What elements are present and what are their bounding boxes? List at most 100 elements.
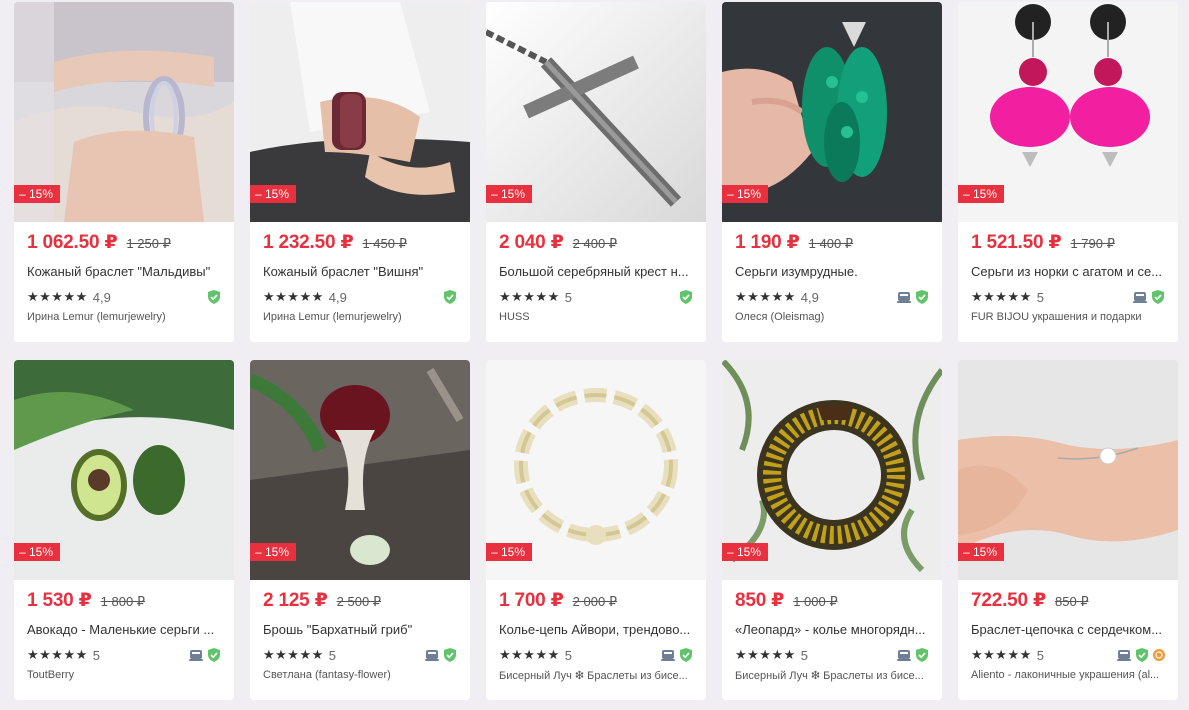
verified-icon — [1134, 647, 1150, 668]
current-price: 722.50 ₽ — [971, 590, 1047, 611]
seller-link[interactable]: ToutBerry — [27, 669, 225, 681]
verified-icon — [678, 289, 694, 310]
product-photo[interactable]: – 15% — [486, 360, 706, 580]
rating-value: 5 — [1036, 647, 1045, 663]
discount-badge: – 15% — [958, 543, 1005, 561]
rating-value: 5 — [1036, 289, 1045, 305]
old-price: 1 250 ₽ — [126, 236, 171, 251]
verified-icon — [914, 647, 930, 668]
feature-icons — [442, 289, 458, 310]
medal-icon — [1152, 648, 1166, 667]
discount-badge: – 15% — [14, 185, 61, 203]
product-card[interactable]: – 15% 1 232.50 ₽ 1 450 ₽ Кожаный браслет … — [250, 2, 470, 342]
rating: ★★★★★ 4,9 — [263, 289, 347, 305]
product-title[interactable]: Серьги из норки с агатом и се... — [971, 264, 1166, 279]
product-photo[interactable]: – 15% — [722, 360, 942, 580]
feature-icons — [206, 289, 222, 310]
stars-icon: ★★★★★ — [971, 289, 1032, 304]
product-photo[interactable]: – 15% — [14, 2, 234, 222]
product-title[interactable]: Серьги изумрудные. — [735, 264, 930, 279]
verified-icon — [442, 289, 458, 310]
stars-icon: ★★★★★ — [263, 647, 324, 662]
product-title[interactable]: Кожаный браслет "Вишня" — [263, 264, 458, 279]
product-photo[interactable]: – 15% — [14, 360, 234, 580]
current-price: 1 190 ₽ — [735, 232, 800, 253]
delivery-icon — [1132, 289, 1148, 310]
product-photo[interactable]: – 15% — [958, 2, 1178, 222]
product-card[interactable]: – 15% 850 ₽ 1 000 ₽ «Леопард» - колье мно… — [722, 360, 942, 700]
product-title[interactable]: Брошь "Бархатный гриб" — [263, 622, 458, 637]
feature-icons — [424, 647, 458, 668]
delivery-icon — [896, 647, 912, 668]
current-price: 1 700 ₽ — [499, 590, 564, 611]
product-title[interactable]: Большой серебряный крест н... — [499, 264, 694, 279]
current-price: 1 521.50 ₽ — [971, 232, 1062, 253]
rating-value: 5 — [328, 647, 337, 663]
product-card[interactable]: – 15% 1 700 ₽ 2 000 ₽ Колье-цепь Айвори, … — [486, 360, 706, 700]
seller-link[interactable]: Олеся (Oleismag) — [735, 311, 933, 323]
seller-link[interactable]: Бисерный Луч ❇ Браслеты из бисе... — [735, 669, 933, 682]
old-price: 1 790 ₽ — [1070, 236, 1115, 251]
feature-icons — [896, 647, 930, 668]
seller-link[interactable]: FUR BIJOU украшения и подарки — [971, 311, 1169, 323]
price-block: 2 040 ₽ 2 400 ₽ — [499, 231, 617, 254]
rating: ★★★★★ 4,9 — [735, 289, 819, 305]
discount-badge: – 15% — [958, 185, 1005, 203]
stars-icon: ★★★★★ — [499, 647, 560, 662]
rating-value: 4,9 — [92, 289, 111, 305]
rating: ★★★★★ 5 — [27, 647, 100, 663]
product-title[interactable]: Авокадо - Маленькие серьги ... — [27, 622, 222, 637]
discount-badge: – 15% — [14, 543, 61, 561]
product-photo[interactable]: – 15% — [486, 2, 706, 222]
product-card[interactable]: – 15% 2 125 ₽ 2 500 ₽ Брошь "Бархатный гр… — [250, 360, 470, 700]
seller-link[interactable]: Светлана (fantasy-flower) — [263, 669, 461, 681]
seller-link[interactable]: HUSS — [499, 311, 697, 323]
old-price: 2 500 ₽ — [336, 594, 382, 609]
verified-icon — [1150, 289, 1166, 310]
price-block: 1 190 ₽ 1 400 ₽ — [735, 231, 853, 254]
stars-icon: ★★★★★ — [263, 289, 324, 304]
seller-link[interactable]: Ирина Lemur (lemurjewelry) — [27, 311, 225, 323]
current-price: 2 040 ₽ — [499, 232, 564, 253]
price-block: 1 062.50 ₽ 1 250 ₽ — [27, 231, 171, 254]
seller-link[interactable]: Бисерный Луч ❇ Браслеты из бисе... — [499, 669, 697, 682]
old-price: 1 800 ₽ — [100, 594, 146, 609]
price-block: 1 521.50 ₽ 1 790 ₽ — [971, 231, 1115, 254]
product-photo[interactable]: – 15% — [722, 2, 942, 222]
rating-value: 5 — [564, 289, 573, 305]
product-title[interactable]: «Леопард» - колье многорядн... — [735, 622, 930, 637]
product-title[interactable]: Колье-цепь Айвори, трендово... — [499, 622, 694, 637]
rating: ★★★★★ 5 — [971, 647, 1044, 663]
price-block: 1 530 ₽ 1 800 ₽ — [27, 589, 145, 612]
verified-icon — [206, 289, 222, 310]
product-card[interactable]: – 15% 1 521.50 ₽ 1 790 ₽ Серьги из норки … — [958, 2, 1178, 342]
product-title[interactable]: Браслет-цепочка с сердечком... — [971, 622, 1166, 637]
delivery-icon — [188, 647, 204, 668]
product-card[interactable]: – 15% 1 190 ₽1 400 ₽ Серьги изумрудные. … — [722, 2, 942, 342]
verified-icon — [914, 289, 930, 310]
old-price: 2 400 ₽ — [572, 236, 618, 251]
product-title[interactable]: Кожаный браслет "Мальдивы" — [27, 264, 222, 279]
seller-link[interactable]: Ирина Lemur (lemurjewelry) — [263, 311, 461, 323]
delivery-icon — [896, 289, 912, 310]
old-price: 2 000 ₽ — [572, 594, 618, 609]
product-card[interactable]: – 15% 1 530 ₽ 1 800 ₽ Авокадо - Маленькие… — [14, 360, 234, 700]
rating-value: 5 — [92, 647, 101, 663]
product-photo[interactable]: – 15% — [958, 360, 1178, 580]
product-photo[interactable]: – 15% — [250, 2, 470, 222]
discount-badge: – 15% — [250, 185, 297, 203]
stars-icon: ★★★★★ — [27, 289, 88, 304]
rating-value: 5 — [800, 647, 809, 663]
product-card[interactable]: – 15% 2 040 ₽ 2 400 ₽ Большой серебряный … — [486, 2, 706, 342]
current-price: 850 ₽ — [735, 590, 785, 611]
delivery-icon — [1116, 647, 1132, 668]
rating: ★★★★★ 5 — [499, 647, 572, 663]
stars-icon: ★★★★★ — [499, 289, 560, 304]
product-card[interactable]: – 15% 1 062.50 ₽ 1 250 ₽ Кожаный браслет … — [14, 2, 234, 342]
product-photo[interactable]: – 15% — [250, 360, 470, 580]
product-card[interactable]: – 15% 722.50 ₽ 850 ₽ Браслет-цепочка с се… — [958, 360, 1178, 700]
seller-link[interactable]: Aliento - лаконичные украшения (al... — [971, 669, 1169, 681]
price-block: 850 ₽ 1 000 ₽ — [735, 589, 838, 612]
stars-icon: ★★★★★ — [735, 647, 796, 662]
delivery-icon — [660, 647, 676, 668]
